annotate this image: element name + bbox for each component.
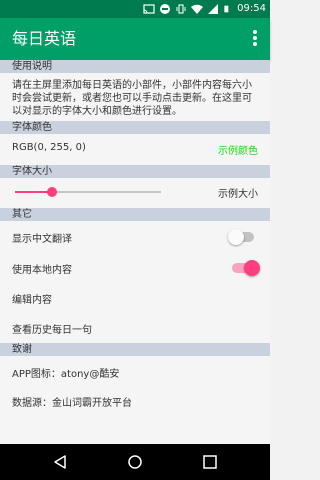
back-icon[interactable] bbox=[52, 454, 68, 470]
section-header-other: 其它 bbox=[0, 208, 270, 221]
toggle-knob bbox=[228, 229, 244, 245]
vibrate-icon bbox=[176, 4, 186, 14]
slider-thumb[interactable] bbox=[46, 187, 57, 197]
history-item[interactable]: 查看历史每日一句 bbox=[12, 321, 92, 336]
font-color-value[interactable]: RGB(0, 255, 0) bbox=[12, 142, 86, 153]
show-translation-label[interactable]: 显示中文翻译 bbox=[12, 230, 72, 245]
usage-description: 请在主屏里添加每日英语的小部件，小部件内容每六小时会尝试更新，或者您也可以手动点… bbox=[12, 80, 252, 117]
wifi-icon bbox=[191, 4, 204, 14]
data-source: 数据源：金山词霸开放平台 bbox=[12, 398, 132, 409]
toggle-knob bbox=[244, 260, 260, 276]
section-header-font-size: 字体大小 bbox=[0, 165, 270, 178]
status-icons: 09:54 bbox=[143, 2, 266, 16]
font-size-slider[interactable] bbox=[15, 187, 161, 197]
navigation-bar bbox=[0, 444, 270, 480]
signal-icon bbox=[208, 4, 219, 14]
show-translation-toggle[interactable] bbox=[228, 229, 254, 245]
app-title: 每日英语 bbox=[12, 29, 77, 48]
use-local-toggle[interactable] bbox=[232, 260, 260, 276]
color-example: 示例颜色 bbox=[218, 146, 258, 157]
cast-icon bbox=[143, 4, 155, 14]
edit-content-item[interactable]: 编辑内容 bbox=[12, 291, 52, 306]
do-not-disturb-icon bbox=[160, 4, 171, 14]
status-bar: 09:54 bbox=[0, 0, 270, 18]
settings-list: 使用说明 请在主屏里添加每日英语的小部件，小部件内容每六小时会尝试更新，或者您也… bbox=[0, 60, 270, 444]
use-local-label[interactable]: 使用本地内容 bbox=[12, 261, 72, 276]
section-header-usage: 使用说明 bbox=[0, 60, 270, 73]
more-vert-icon[interactable] bbox=[250, 30, 260, 48]
app-bar: 每日英语 bbox=[0, 18, 270, 60]
section-header-thanks: 致谢 bbox=[0, 343, 270, 356]
recents-icon[interactable] bbox=[202, 454, 218, 470]
home-icon[interactable] bbox=[127, 454, 143, 470]
section-header-font-color: 字体颜色 bbox=[0, 121, 270, 134]
status-time: 09:54 bbox=[237, 3, 266, 14]
size-example: 示例大小 bbox=[218, 189, 258, 200]
icon-credit: APP图标：atony@酷安 bbox=[12, 369, 120, 380]
battery-icon bbox=[224, 5, 229, 13]
